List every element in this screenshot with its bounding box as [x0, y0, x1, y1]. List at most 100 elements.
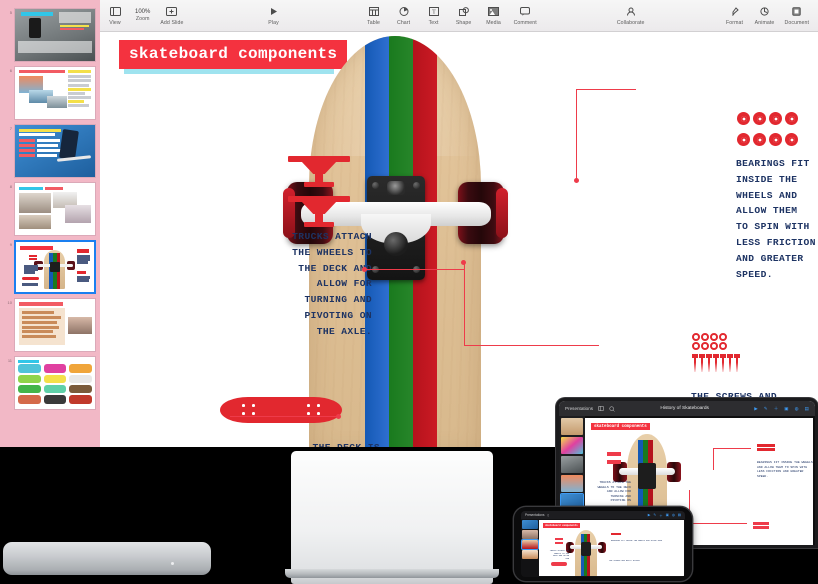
format-brush-icon [730, 5, 739, 18]
slide-thumbnail-10[interactable] [14, 298, 96, 352]
add-icon[interactable]: ＋ [774, 406, 779, 412]
toolbar-play-button[interactable]: Play [259, 5, 289, 26]
slide-navigator-sidebar[interactable]: 5 6 7 8 9 10 11 [0, 0, 100, 447]
sidebar-toggle-icon[interactable] [598, 406, 604, 411]
toolbar-table-button[interactable]: Table [359, 5, 389, 26]
toolbar-zoom-value: 100% [135, 8, 151, 15]
toolbar-collaborate-button[interactable]: Collaborate [612, 5, 650, 26]
slide-thumbnail-row[interactable]: 8 [0, 180, 100, 238]
screenshot-root: View 100% Zoom Add Slide Play Table Char… [0, 0, 818, 584]
leader-line-screws-v [464, 262, 466, 346]
shape-icon [458, 5, 469, 18]
iphone-editor-body: skateboard components TRUCKS ATTACH THE … [521, 519, 685, 577]
truck-kingpin [383, 232, 408, 256]
iphone-slide-canvas[interactable]: skateboard components TRUCKS ATTACH THE … [539, 520, 684, 576]
bearings-icon-group [737, 112, 813, 154]
add-icon[interactable]: ＋ [659, 513, 662, 518]
iphone-slide-navigator[interactable] [521, 519, 539, 577]
add-slide-icon [166, 5, 178, 18]
toolbar-format-label: Format [726, 19, 744, 26]
toolbar-view-label: View [109, 19, 121, 26]
sidebar-toggle-icon[interactable]: ▯ [548, 513, 550, 517]
bearing-icon [785, 112, 798, 125]
toolbar-text-button[interactable]: T Text [419, 5, 449, 26]
slide-canvas[interactable]: skateboard components TRUCKS ATTACH THE … [100, 32, 818, 447]
toolbar-chart-button[interactable]: Chart [389, 5, 419, 26]
trucks-icon-group [288, 154, 350, 234]
format-brush-icon[interactable]: ✎ [653, 513, 656, 518]
view-icon [109, 5, 121, 18]
slide-thumbnail-row[interactable]: 6 [0, 64, 100, 122]
media-icon [488, 5, 500, 18]
iphone-toolbar: Presentations ▯ ▶ ✎ ＋ ▣ ◍ ▤ [521, 511, 685, 519]
nut-icon [710, 342, 718, 350]
slide-thumbnail-8[interactable] [14, 182, 96, 236]
collaborate-icon[interactable]: ◍ [672, 513, 675, 518]
zoom-icon[interactable] [609, 405, 615, 412]
leader-line-bearings-v [576, 89, 578, 181]
iphone-bearing-icons [611, 533, 621, 535]
iphone-thumbnail[interactable] [522, 530, 538, 539]
toolbar-text-label: Text [428, 19, 439, 26]
media-icon[interactable]: ▣ [666, 513, 669, 518]
iphone-thumbnail[interactable] [522, 520, 538, 529]
collaborate-icon [626, 5, 636, 18]
ipad-back-label[interactable]: Presentations [565, 406, 593, 411]
toolbar-view-button[interactable]: View [100, 5, 130, 26]
comment-icon [520, 5, 531, 18]
slide-thumbnail-11[interactable] [14, 356, 96, 410]
ipad-document-title: History of Skateboards [660, 406, 709, 411]
baseplate-bolt [413, 182, 420, 189]
toolbar-media-button[interactable]: Media [479, 5, 509, 26]
slide-thumbnail-row[interactable]: 10 [0, 296, 100, 354]
slide-thumbnail-9-selected[interactable] [14, 240, 96, 294]
mac-display-screen: View 100% Zoom Add Slide Play Table Char… [0, 0, 818, 447]
iphone-back-label[interactable]: Presentations [525, 513, 545, 517]
toolbar-add-slide-button[interactable]: Add Slide [155, 5, 188, 26]
bolt-icon [727, 354, 733, 372]
table-icon [368, 5, 379, 18]
collaborate-icon[interactable]: ◍ [795, 406, 799, 412]
iphone-thumbnail-selected[interactable] [521, 539, 539, 550]
bearing-icon [753, 112, 766, 125]
slide-thumbnail-row[interactable]: 7 [0, 122, 100, 180]
toolbar-format-button[interactable]: Format [720, 5, 750, 26]
screws-icon-group [692, 333, 762, 372]
more-icon[interactable]: ▤ [678, 513, 681, 518]
format-brush-icon[interactable]: ✎ [764, 406, 768, 412]
bolt-icon [706, 354, 712, 372]
ipad-thumbnail[interactable] [561, 437, 583, 454]
annotation-deck: THE DECK IS THE PLATFORM [230, 440, 380, 447]
slide-thumbnail-5[interactable] [14, 8, 96, 62]
play-icon[interactable]: ▶ [648, 513, 651, 518]
toolbar-comment-button[interactable]: Comment [509, 5, 542, 26]
svg-text:T: T [432, 10, 436, 16]
ipad-bearing-icons [757, 448, 775, 451]
leader-line-screws-h [464, 345, 599, 347]
nut-icon [710, 333, 718, 341]
more-icon[interactable]: ▤ [805, 406, 809, 412]
iphone-screen: Presentations ▯ ▶ ✎ ＋ ▣ ◍ ▤ skateboard c… [521, 511, 685, 577]
slide-thumbnail-row[interactable]: 11 [0, 354, 100, 412]
ipad-thumbnail[interactable] [561, 475, 583, 492]
keynote-toolbar: View 100% Zoom Add Slide Play Table Char… [100, 0, 818, 32]
mac-mini [3, 542, 211, 575]
nut-icon [701, 333, 709, 341]
toolbar-document-button[interactable]: Document [780, 5, 814, 26]
slide-number: 11 [7, 358, 12, 363]
toolbar-zoom-control[interactable]: 100% Zoom [130, 9, 155, 23]
play-icon[interactable]: ▶ [754, 406, 758, 412]
bolt-row [692, 354, 762, 372]
ipad-thumbnail[interactable] [561, 418, 583, 435]
toolbar-animate-button[interactable]: Animate [750, 5, 780, 26]
media-icon[interactable]: ▣ [784, 406, 788, 412]
toolbar-shape-button[interactable]: Shape [449, 5, 479, 26]
ipad-thumbnail[interactable] [561, 456, 583, 473]
slide-thumbnail-7[interactable] [14, 124, 96, 178]
iphone-thumbnail[interactable] [522, 550, 538, 559]
toolbar-comment-label: Comment [513, 19, 537, 26]
leader-line-bearings-h [576, 89, 636, 91]
slide-thumbnail-row[interactable]: 9 [0, 238, 100, 296]
slide-thumbnail-6[interactable] [14, 66, 96, 120]
slide-thumbnail-row[interactable]: 5 [0, 6, 100, 64]
